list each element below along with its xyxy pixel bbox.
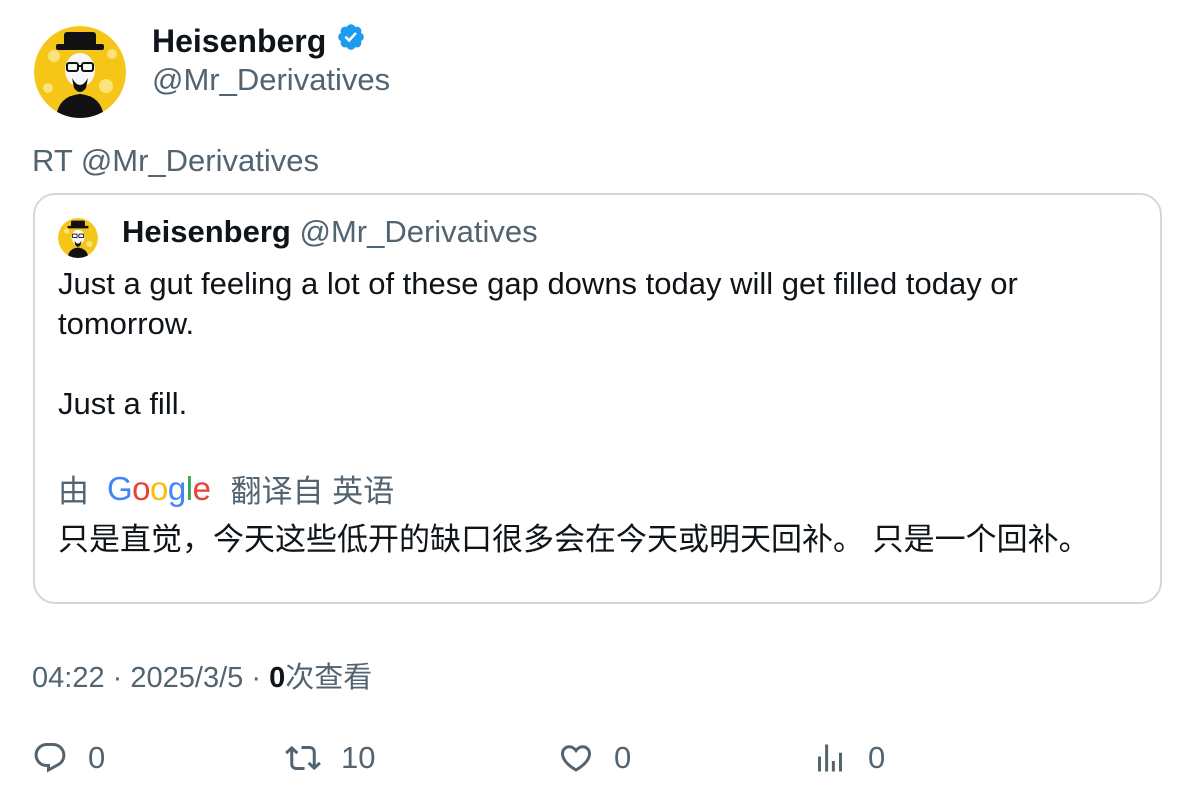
like-button[interactable]: 0 — [558, 740, 631, 776]
avatar-heisenberg-image — [34, 26, 126, 118]
quoted-text-paragraph-2: Just a fill. — [58, 386, 188, 421]
like-count: 0 — [614, 740, 632, 775]
quoted-tweet-text: Just a gut feeling a lot of these gap do… — [58, 264, 1138, 424]
analytics-icon — [818, 744, 842, 772]
translate-suffix: 翻译自 英语 — [230, 474, 395, 509]
quoted-author-row[interactable]: Heisenberg @Mr_Derivatives — [122, 214, 538, 250]
reply-count: 0 — [88, 740, 106, 775]
tweet-time[interactable]: 04:22 — [32, 662, 105, 694]
meta-separator: · — [112, 662, 123, 694]
translated-text: 只是直觉，今天这些低开的缺口很多会在今天或明天回补。 只是一个回补。 — [58, 522, 1090, 557]
tweet-meta: 04:22 · 2025/3/5 · 0次查看 — [32, 654, 372, 696]
google-logo: Google — [107, 469, 211, 507]
author-handle[interactable]: @Mr_Derivatives — [152, 62, 390, 98]
verified-badge-icon — [336, 22, 366, 60]
views-label: 次查看 — [285, 662, 373, 694]
retweet-button[interactable]: 10 — [285, 740, 375, 776]
author-name-row[interactable]: Heisenberg — [152, 22, 366, 60]
quoted-author-name: Heisenberg — [122, 214, 291, 249]
tweet-date[interactable]: 2025/3/5 — [130, 662, 243, 694]
author-name[interactable]: Heisenberg — [152, 23, 326, 60]
reply-button[interactable]: 0 — [32, 740, 105, 776]
retweet-count: 10 — [341, 740, 376, 775]
translation-attribution[interactable]: 由 Google 翻译自 英语 — [58, 466, 394, 511]
meta-separator: · — [251, 662, 261, 694]
retweet-text: RT @Mr_Derivatives — [32, 143, 319, 178]
reply-icon — [34, 743, 66, 773]
views-count: 0 — [269, 662, 286, 694]
views-button[interactable]: 0 — [812, 740, 885, 776]
avatar[interactable] — [34, 26, 126, 118]
views-action-count: 0 — [868, 740, 886, 775]
avatar-heisenberg-image — [58, 218, 98, 258]
quoted-text-paragraph-1: Just a gut feeling a lot of these gap do… — [58, 266, 1018, 341]
translate-prefix: 由 — [58, 474, 89, 509]
quoted-avatar[interactable] — [58, 218, 98, 258]
heart-icon — [560, 745, 592, 772]
retweet-icon — [285, 745, 321, 771]
quoted-author-handle: @Mr_Derivatives — [299, 214, 538, 249]
